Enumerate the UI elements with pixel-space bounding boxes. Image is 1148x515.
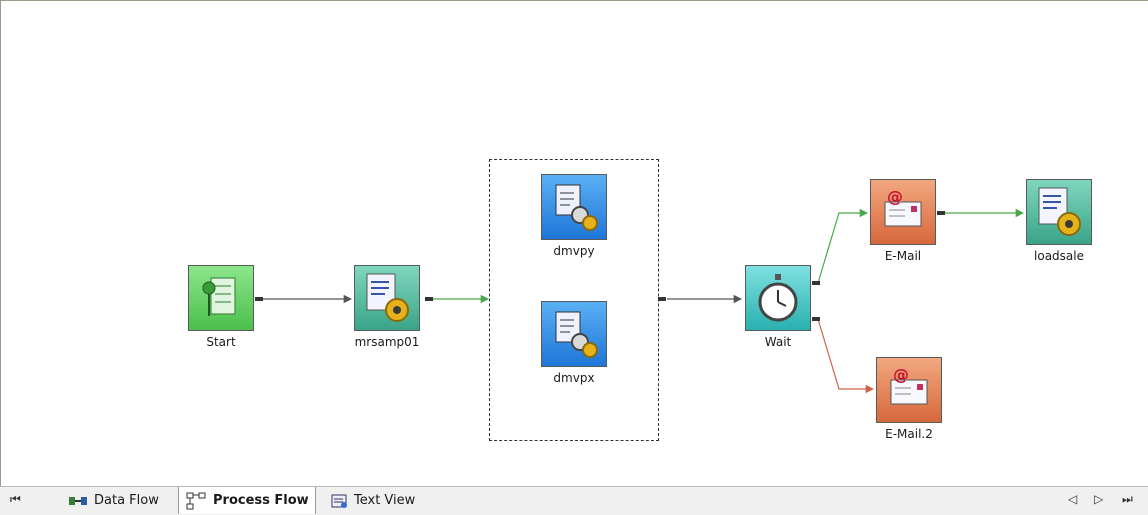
node-start[interactable]: Start — [186, 265, 256, 349]
process-flow-editor: Start mrsamp01 dmvpy dmvpx Wait @ E-Mail… — [0, 0, 1148, 515]
node-label: E-Mail — [884, 249, 922, 263]
job-icon — [541, 174, 607, 240]
svg-text:@: @ — [887, 187, 903, 206]
email-output-port[interactable] — [937, 211, 945, 215]
view-tab-bar: ⏮ Data Flow Process Flow Text View ◁ ▷ ⏭ — [0, 486, 1148, 515]
node-dmvpx[interactable]: dmvpx — [539, 301, 609, 385]
data-flow-icon — [69, 496, 87, 505]
scroll-left-button[interactable]: ◁ — [1068, 492, 1077, 506]
wait-output-port-failure[interactable] — [812, 317, 820, 321]
node-label: loadsale — [1034, 249, 1084, 263]
text-view-icon — [331, 494, 347, 508]
first-tab-button[interactable]: ⏮ — [10, 492, 21, 507]
process-flow-icon — [186, 492, 206, 509]
node-mrsamp01[interactable]: mrsamp01 — [352, 265, 422, 349]
job-icon — [354, 265, 420, 331]
node-email-2[interactable]: @ E-Mail.2 — [874, 357, 944, 441]
svg-text:@: @ — [893, 365, 909, 384]
email-icon: @ — [870, 179, 936, 245]
tab-data-flow[interactable]: Data Flow — [62, 487, 165, 514]
scroll-right-button[interactable]: ▷ — [1094, 492, 1103, 506]
diagram-canvas[interactable]: Start mrsamp01 dmvpy dmvpx Wait @ E-Mail… — [0, 0, 1148, 486]
tab-label: Process Flow — [213, 493, 309, 508]
edge-wait-to-email[interactable] — [817, 208, 869, 284]
tab-label: Data Flow — [94, 493, 159, 508]
tab-process-flow[interactable]: Process Flow — [178, 487, 316, 514]
node-label: dmvpy — [553, 244, 595, 258]
job-icon — [541, 301, 607, 367]
tab-text-view[interactable]: Text View — [324, 487, 421, 514]
node-label: dmvpx — [553, 371, 595, 385]
email-icon: @ — [876, 357, 942, 423]
job-icon — [1026, 179, 1092, 245]
node-label: E-Mail.2 — [885, 427, 933, 441]
node-wait[interactable]: Wait — [743, 265, 813, 349]
wait-output-port-success[interactable] — [812, 281, 820, 285]
tab-label: Text View — [354, 493, 416, 508]
edge-wait-to-email2[interactable] — [817, 318, 875, 394]
group-output-port[interactable] — [658, 297, 666, 301]
stopwatch-icon — [745, 265, 811, 331]
node-email[interactable]: @ E-Mail — [868, 179, 938, 263]
node-label: mrsamp01 — [354, 335, 420, 349]
node-dmvpy[interactable]: dmvpy — [539, 174, 609, 258]
node-label: Wait — [764, 335, 792, 349]
node-loadsale[interactable]: loadsale — [1024, 179, 1094, 263]
start-icon — [188, 265, 254, 331]
node-label: Start — [206, 335, 236, 349]
mrsamp01-output-port[interactable] — [425, 297, 433, 301]
start-output-port[interactable] — [255, 297, 263, 301]
last-tab-button[interactable]: ⏭ — [1122, 492, 1133, 507]
